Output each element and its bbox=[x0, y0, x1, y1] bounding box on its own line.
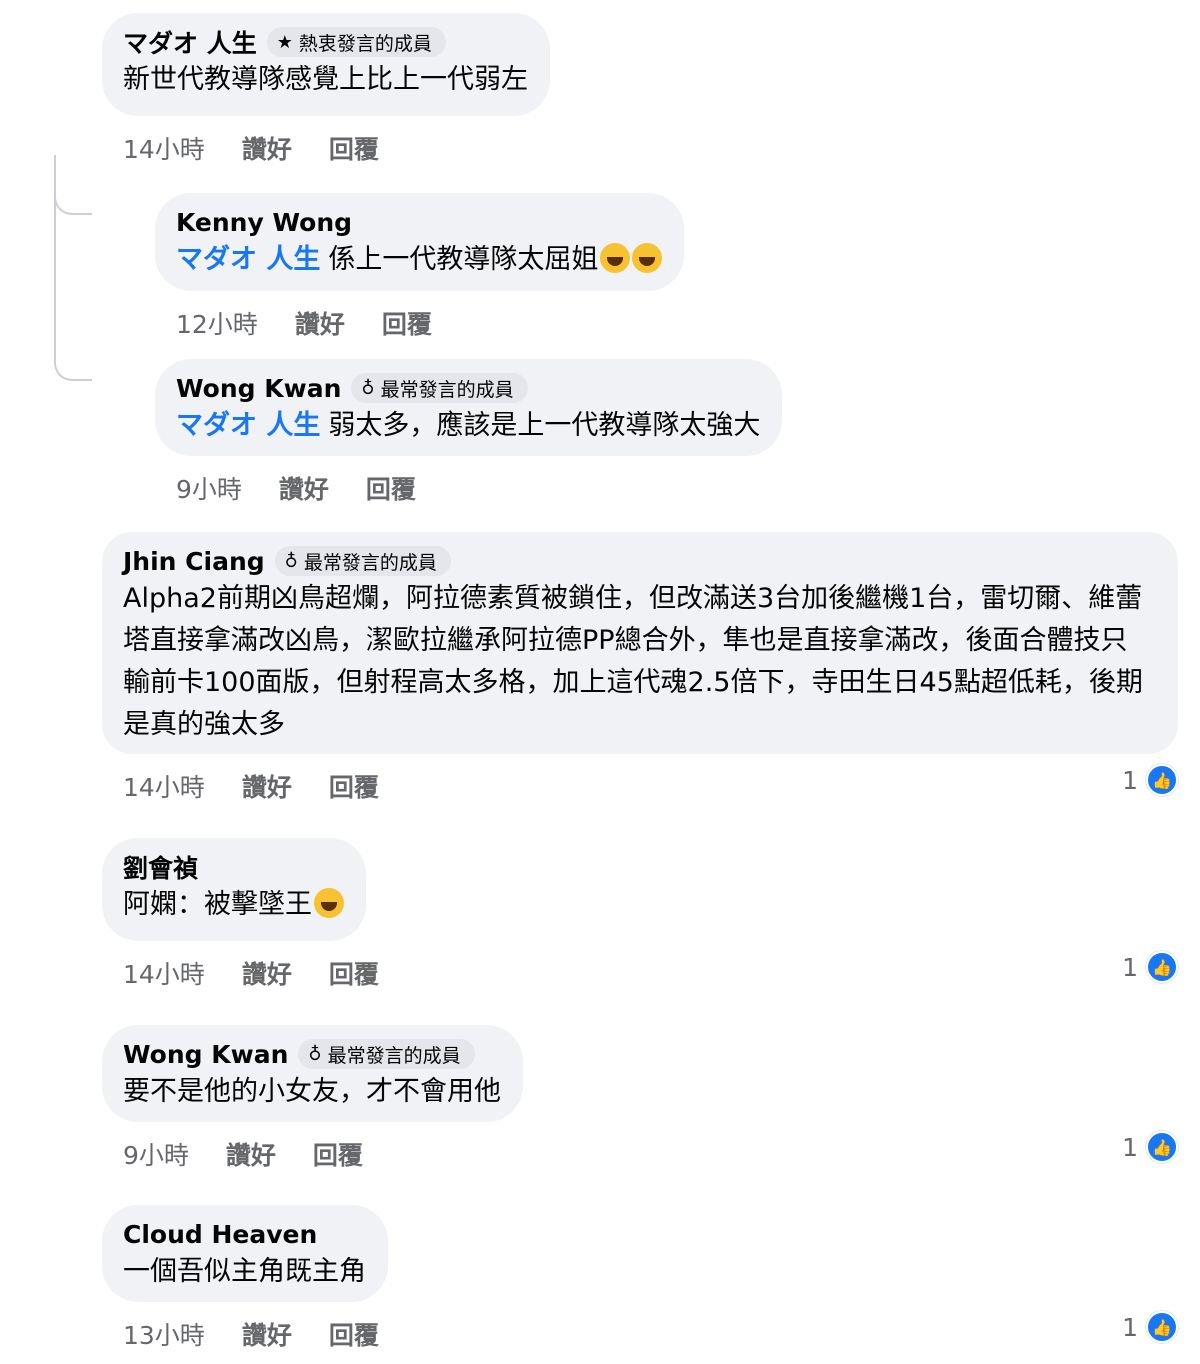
comment: Wong Kwan ♁ 最常發言的成員 要不是他的小女友，才不會用他 9小時 讚… bbox=[102, 1025, 523, 1172]
like-link[interactable]: 讚好 bbox=[242, 768, 292, 804]
reaction-count: 1 bbox=[1122, 765, 1138, 795]
medal-icon: ♁ bbox=[308, 1043, 322, 1065]
comment-time[interactable]: 14小時 bbox=[123, 768, 205, 804]
comment-actions: 14小時 讚好 回覆 bbox=[123, 130, 550, 166]
member-badge[interactable]: ♁ 最常發言的成員 bbox=[274, 546, 451, 576]
reaction-summary[interactable]: 1 👍 bbox=[1122, 1131, 1178, 1163]
member-badge[interactable]: ♁ 最常發言的成員 bbox=[351, 373, 528, 403]
comment-author[interactable]: マダオ 人生 bbox=[123, 24, 257, 60]
thumbs-up-icon: 👍 bbox=[1146, 764, 1178, 796]
reaction-summary[interactable]: 1 👍 bbox=[1122, 951, 1178, 983]
thumbs-up-icon: 👍 bbox=[1146, 1311, 1178, 1343]
comment: Jhin Ciang ♁ 最常發言的成員 Alpha2前期凶鳥超爛，阿拉德素質被… bbox=[102, 532, 1178, 804]
comment-text: 新世代教導隊感覺上比上一代弱左 bbox=[123, 64, 528, 95]
reaction-count: 1 bbox=[1122, 1312, 1138, 1342]
member-badge[interactable]: ♁ 最常發言的成員 bbox=[298, 1039, 475, 1069]
comment-bubble: マダオ 人生 ★ 熱衷發言的成員 新世代教導隊感覺上比上一代弱左 bbox=[102, 13, 550, 116]
comment-time[interactable]: 9小時 bbox=[123, 1136, 189, 1172]
comment: Cloud Heaven 一個吾似主角既主角 13小時 讚好 回覆 bbox=[102, 1205, 416, 1352]
comment-time[interactable]: 12小時 bbox=[176, 305, 258, 341]
reaction-summary[interactable]: 1 👍 bbox=[1122, 764, 1178, 796]
like-link[interactable]: 讚好 bbox=[279, 470, 329, 506]
mention-link[interactable]: マダオ 人生 bbox=[176, 410, 320, 441]
comment-text: 要不是他的小女友，才不會用他 bbox=[123, 1076, 501, 1107]
comment-author[interactable]: Kenny Wong bbox=[176, 208, 352, 237]
comment-actions: 13小時 讚好 回覆 bbox=[123, 1316, 416, 1352]
badge-label: 熱衷發言的成員 bbox=[298, 32, 432, 55]
comment-bubble: 劉會禎 阿嫻：被擊墜王 bbox=[102, 838, 366, 941]
comment-author[interactable]: 劉會禎 bbox=[123, 849, 198, 885]
reply-link[interactable]: 回覆 bbox=[329, 955, 379, 991]
comment-time[interactable]: 14小時 bbox=[123, 955, 205, 991]
laughing-tears-emoji bbox=[600, 243, 631, 273]
reaction-count: 1 bbox=[1122, 952, 1138, 982]
reply-link[interactable]: 回覆 bbox=[366, 470, 416, 506]
comment-text: 一個吾似主角既主角 bbox=[123, 1256, 366, 1287]
badge-label: 最常發言的成員 bbox=[327, 1044, 461, 1067]
comment: マダオ 人生 ★ 熱衷發言的成員 新世代教導隊感覺上比上一代弱左 14小時 讚好… bbox=[102, 13, 550, 166]
reply-comment: Kenny Wong マダオ 人生 係上一代教導隊太屈姐 12小時 讚好 回覆 bbox=[155, 193, 685, 341]
like-link[interactable]: 讚好 bbox=[242, 955, 292, 991]
star-icon: ★ bbox=[276, 31, 293, 53]
like-link[interactable]: 讚好 bbox=[295, 305, 345, 341]
mention-link[interactable]: マダオ 人生 bbox=[176, 244, 320, 275]
reaction-count: 1 bbox=[1122, 1132, 1138, 1162]
medal-icon: ♁ bbox=[361, 377, 375, 399]
reply-link[interactable]: 回覆 bbox=[382, 305, 432, 341]
comment-time[interactable]: 13小時 bbox=[123, 1316, 205, 1352]
comment-bubble: Kenny Wong マダオ 人生 係上一代教導隊太屈姐 bbox=[155, 193, 685, 291]
medal-icon: ♁ bbox=[284, 550, 298, 572]
comment-bubble: Cloud Heaven 一個吾似主角既主角 bbox=[102, 1205, 388, 1302]
reply-link[interactable]: 回覆 bbox=[329, 1316, 379, 1352]
reply-comment: Wong Kwan ♁ 最常發言的成員 マダオ 人生 弱太多，應該是上一代教導隊太… bbox=[155, 359, 783, 506]
badge-label: 最常發言的成員 bbox=[303, 551, 437, 574]
reply-link[interactable]: 回覆 bbox=[329, 130, 379, 166]
comment-author[interactable]: Wong Kwan bbox=[123, 1040, 288, 1069]
comment-text: 阿嫻：被擊墜王 bbox=[123, 884, 344, 926]
comment-text: Alpha2前期凶鳥超爛，阿拉德素質被鎖住，但改滿送3台加後繼機1台，雷切爾、維… bbox=[123, 583, 1143, 740]
reply-link[interactable]: 回覆 bbox=[329, 768, 379, 804]
comment-actions: 14小時 讚好 回覆 bbox=[123, 955, 416, 991]
badge-label: 最常發言的成員 bbox=[380, 378, 514, 401]
laughing-rolling-emoji bbox=[314, 888, 344, 918]
thumbs-up-icon: 👍 bbox=[1146, 951, 1178, 983]
comment-text: マダオ 人生 弱太多，應該是上一代教導隊太強大 bbox=[176, 410, 761, 441]
reply-thread-branch bbox=[54, 155, 92, 215]
member-badge[interactable]: ★ 熱衷發言的成員 bbox=[266, 27, 446, 57]
comment-time[interactable]: 14小時 bbox=[123, 130, 205, 166]
like-link[interactable]: 讚好 bbox=[242, 1316, 292, 1352]
comment-actions: 14小時 讚好 回覆 bbox=[123, 768, 1178, 804]
like-link[interactable]: 讚好 bbox=[226, 1136, 276, 1172]
reply-link[interactable]: 回覆 bbox=[313, 1136, 363, 1172]
comment-author[interactable]: Wong Kwan bbox=[176, 374, 341, 403]
comment-time[interactable]: 9小時 bbox=[176, 470, 242, 506]
comment-author[interactable]: Cloud Heaven bbox=[123, 1220, 317, 1249]
comment-actions: 9小時 讚好 回覆 bbox=[123, 1136, 523, 1172]
comment-text: マダオ 人生 係上一代教導隊太屈姐 bbox=[176, 239, 663, 281]
comment-author[interactable]: Jhin Ciang bbox=[123, 547, 265, 576]
like-link[interactable]: 讚好 bbox=[242, 130, 292, 166]
laughing-tears-emoji bbox=[632, 243, 663, 273]
comment-bubble: Wong Kwan ♁ 最常發言的成員 マダオ 人生 弱太多，應該是上一代教導隊太… bbox=[155, 359, 783, 456]
comment: 劉會禎 阿嫻：被擊墜王 14小時 讚好 回覆 bbox=[102, 838, 416, 991]
reaction-summary[interactable]: 1 👍 bbox=[1122, 1311, 1178, 1343]
comment-actions: 9小時 讚好 回覆 bbox=[176, 470, 782, 506]
comment-bubble: Wong Kwan ♁ 最常發言的成員 要不是他的小女友，才不會用他 bbox=[102, 1025, 523, 1122]
comment-actions: 12小時 讚好 回覆 bbox=[176, 305, 684, 341]
comment-bubble: Jhin Ciang ♁ 最常發言的成員 Alpha2前期凶鳥超爛，阿拉德素質被… bbox=[102, 532, 1178, 754]
thumbs-up-icon: 👍 bbox=[1146, 1131, 1178, 1163]
